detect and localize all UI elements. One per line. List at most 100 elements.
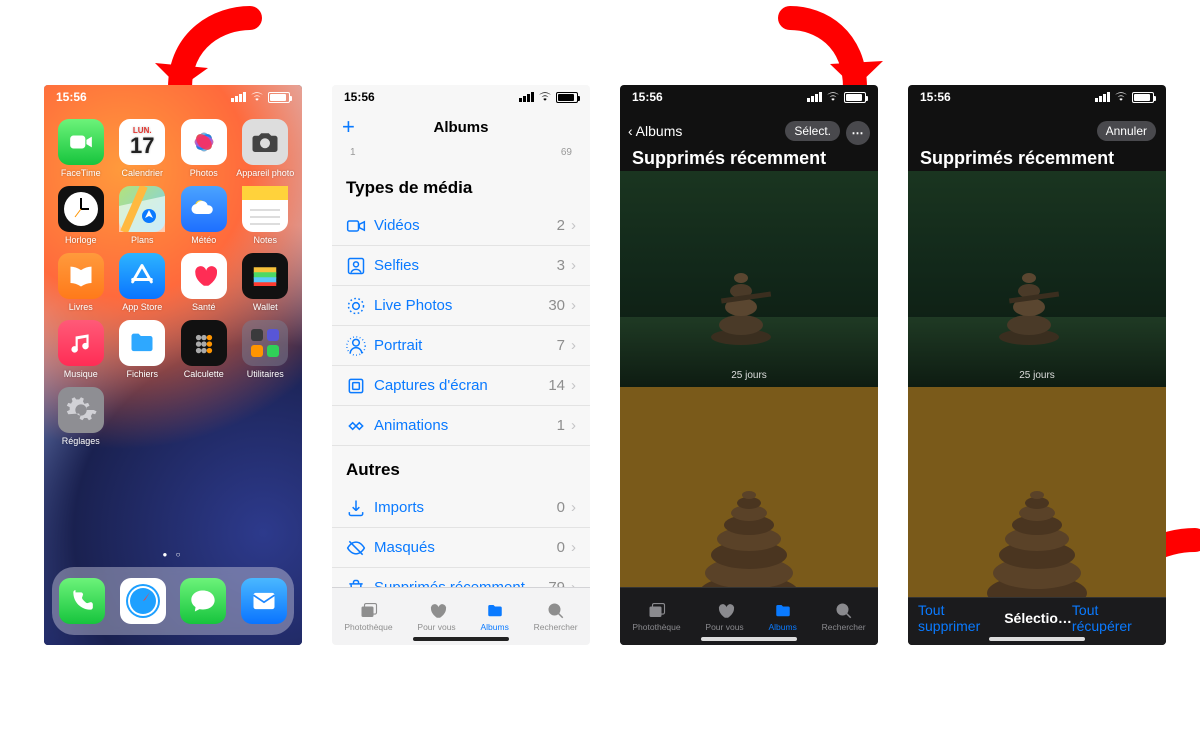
app-calendrier[interactable]: LUN.17Calendrier (112, 119, 174, 178)
app-wallet[interactable]: Wallet (235, 253, 297, 312)
status-bar: 15:56 (908, 85, 1166, 109)
status-bar: 15:56 (620, 85, 878, 109)
app-appareil-photo[interactable]: Appareil photo (235, 119, 297, 178)
page-title: Albums (433, 119, 488, 136)
row-screenshots[interactable]: Captures d'écran14› (332, 366, 590, 406)
notes-icon (242, 186, 288, 232)
deleted-photo-2[interactable] (620, 387, 878, 603)
select-button[interactable]: Sélect. (785, 121, 840, 141)
calculator-icon (181, 320, 227, 366)
cancel-button[interactable]: Annuler (1097, 121, 1156, 141)
chevron-right-icon: › (571, 297, 576, 314)
cellular-icon (1095, 92, 1110, 102)
page-indicator[interactable]: ● ○ (44, 550, 302, 559)
row-masques[interactable]: Masqués0› (332, 528, 590, 568)
health-icon (181, 253, 227, 299)
tab-phototheque[interactable]: Photothèque (632, 602, 680, 632)
album-summary: 169 (332, 145, 590, 164)
app-appstore[interactable]: App Store (112, 253, 174, 312)
app-musique[interactable]: Musique (50, 320, 112, 379)
status-bar: 15:56 (332, 85, 590, 109)
chevron-right-icon: › (571, 257, 576, 274)
home-indicator[interactable] (989, 637, 1085, 641)
home-indicator[interactable] (413, 637, 509, 641)
photo-content (989, 255, 1069, 345)
app-horloge[interactable]: Horloge (50, 186, 112, 245)
more-button[interactable]: ⋯ (846, 121, 870, 145)
tab-rechercher[interactable]: Rechercher (822, 602, 866, 632)
new-album-button[interactable]: + (342, 114, 355, 140)
dock-safari[interactable] (120, 578, 166, 624)
back-button[interactable]: ‹Albums (628, 123, 682, 139)
days-remaining: 25 jours (620, 370, 878, 381)
app-reglages[interactable]: Réglages (50, 387, 112, 446)
tab-pourvous[interactable]: Pour vous (417, 602, 455, 632)
nav-bar: Annuler Supprimés récemment (908, 109, 1166, 171)
home-indicator[interactable] (701, 637, 797, 641)
app-calculette[interactable]: Calculette (173, 320, 235, 379)
hidden-icon (346, 538, 374, 558)
photo-content (689, 473, 809, 603)
livephoto-icon (346, 296, 374, 316)
row-imports[interactable]: Imports0› (332, 488, 590, 528)
settings-icon (58, 387, 104, 433)
delete-all-button[interactable]: Tout supprimer (918, 602, 1004, 634)
row-portrait[interactable]: Portrait7› (332, 326, 590, 366)
status-time: 15:56 (344, 90, 375, 104)
maps-icon (119, 186, 165, 232)
app-grid: FaceTime LUN.17Calendrier Photos Apparei… (44, 115, 302, 450)
deleted-photo-2[interactable] (908, 387, 1166, 603)
deleted-photo-1[interactable]: 25 jours (620, 171, 878, 387)
photos-icon (181, 119, 227, 165)
chevron-right-icon: › (571, 337, 576, 354)
dock-messages[interactable] (180, 578, 226, 624)
selection-label: Sélectio… (1004, 610, 1072, 626)
recently-deleted-select: 15:56 Annuler Supprimés récemment 25 jou… (908, 85, 1166, 645)
utilities-folder-icon (242, 320, 288, 366)
bottom-toolbar: Tout supprimer Sélectio… Tout récupérer (908, 597, 1166, 645)
import-icon (346, 498, 374, 518)
cellular-icon (519, 92, 534, 102)
tab-albums[interactable]: Albums (768, 602, 796, 632)
nav-bar: + Albums (332, 109, 590, 145)
dock-mail[interactable] (241, 578, 287, 624)
app-plans[interactable]: Plans (112, 186, 174, 245)
status-bar: 15:56 (44, 85, 302, 109)
dock-phone[interactable] (59, 578, 105, 624)
tab-albums[interactable]: Albums (480, 602, 508, 632)
nav-bar: ‹Albums Sélect. ⋯ Supprimés récemment (620, 109, 878, 171)
chevron-right-icon: › (571, 499, 576, 516)
music-icon (58, 320, 104, 366)
app-meteo[interactable]: Météo (173, 186, 235, 245)
app-fichiers[interactable]: Fichiers (112, 320, 174, 379)
chevron-right-icon: › (571, 217, 576, 234)
status-time: 15:56 (632, 90, 663, 104)
app-photos[interactable]: Photos (173, 119, 235, 178)
tab-rechercher[interactable]: Rechercher (534, 602, 578, 632)
row-animations[interactable]: Animations1› (332, 406, 590, 446)
row-videos[interactable]: Vidéos2› (332, 206, 590, 246)
recover-all-button[interactable]: Tout récupérer (1072, 602, 1156, 634)
dock (52, 567, 294, 635)
weather-icon (181, 186, 227, 232)
app-livres[interactable]: Livres (50, 253, 112, 312)
deleted-photo-1[interactable]: 25 jours (908, 171, 1166, 387)
tab-pourvous[interactable]: Pour vous (705, 602, 743, 632)
wifi-icon (826, 90, 840, 104)
calendar-icon: LUN.17 (119, 119, 165, 165)
app-sante[interactable]: Santé (173, 253, 235, 312)
row-livephotos[interactable]: Live Photos30› (332, 286, 590, 326)
recently-deleted-view: 15:56 ‹Albums Sélect. ⋯ Supprimés récemm… (620, 85, 878, 645)
app-notes[interactable]: Notes (235, 186, 297, 245)
albums-screen: 15:56 + Albums 169 Types de média Vidéos… (332, 85, 590, 645)
portrait-icon (346, 336, 374, 356)
app-facetime[interactable]: FaceTime (50, 119, 112, 178)
screenshot-icon (346, 376, 374, 396)
chevron-right-icon: › (571, 417, 576, 434)
photo-content (701, 255, 781, 345)
app-utilitaires[interactable]: Utilitaires (235, 320, 297, 379)
tab-bar: Photothèque Pour vous Albums Rechercher (332, 587, 590, 645)
camera-icon (242, 119, 288, 165)
row-selfies[interactable]: Selfies3› (332, 246, 590, 286)
tab-phototheque[interactable]: Photothèque (344, 602, 392, 632)
